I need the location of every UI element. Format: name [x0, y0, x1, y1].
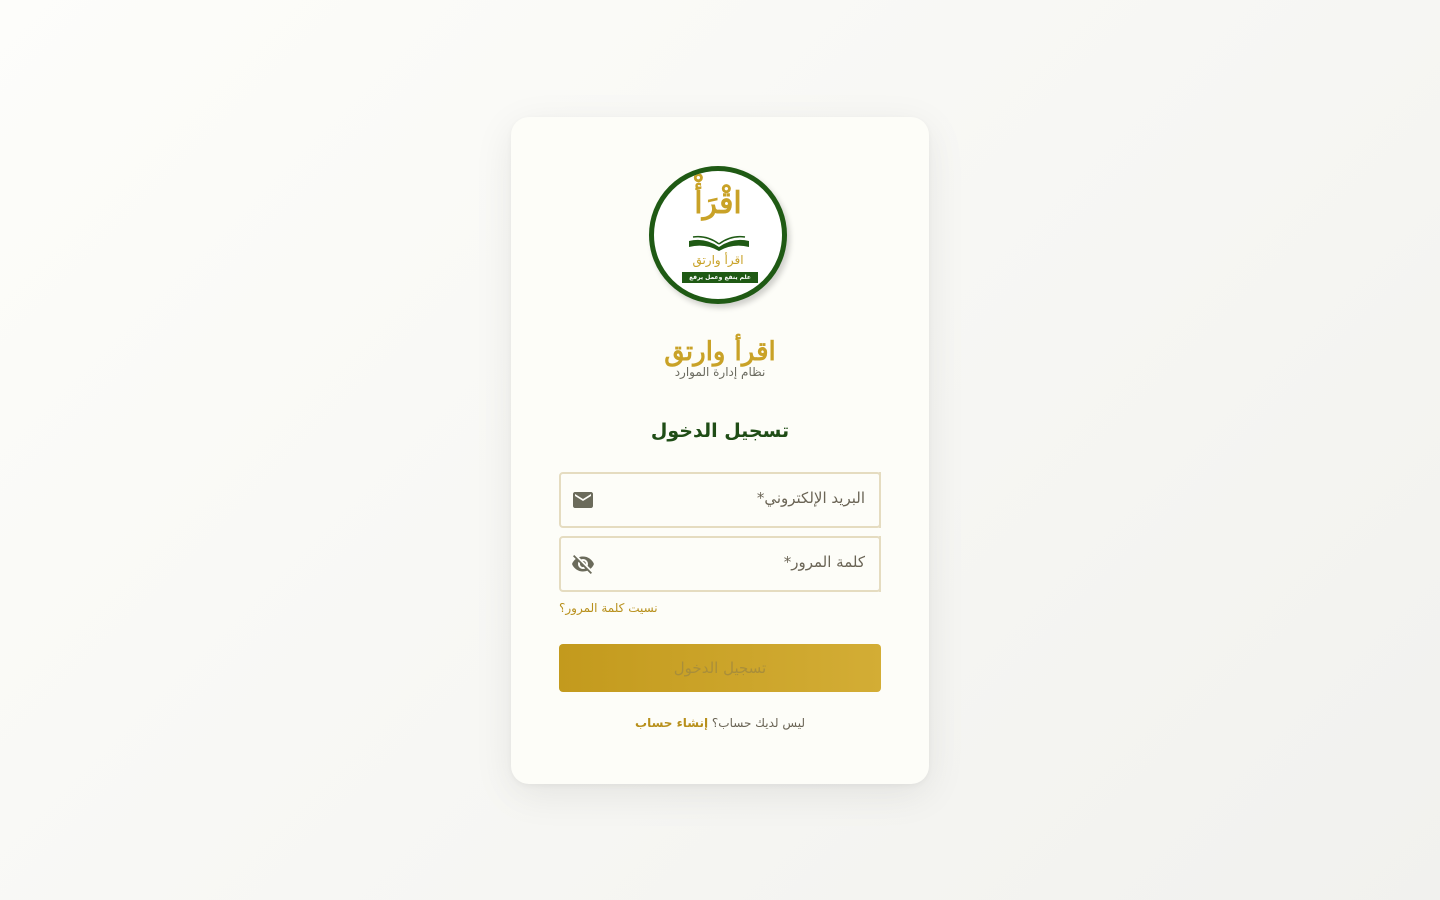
brand-logo: اقْرَأْ اقرأ وارتق علم ينفع وعمل يرفع: [649, 166, 787, 304]
eye-off-icon[interactable]: [571, 552, 595, 576]
logo-main-text: اقْرَأْ: [694, 186, 742, 221]
brand-title: اقرأ وارتق: [664, 337, 776, 367]
login-card: اقْرَأْ اقرأ وارتق علم ينفع وعمل يرفع اق…: [511, 117, 929, 784]
password-label: كلمة المرور*: [781, 553, 867, 571]
mail-icon: [573, 492, 593, 508]
signup-prompt: ليس لديك حساب؟ إنشاء حساب: [511, 716, 929, 730]
brand-subtitle: نظام إدارة الموارد: [674, 365, 766, 379]
password-field[interactable]: كلمة المرور*: [559, 536, 881, 592]
field-notch: [867, 536, 881, 592]
email-label: البريد الإلكتروني*: [754, 489, 867, 507]
create-account-link[interactable]: إنشاء حساب: [635, 716, 708, 730]
open-book-icon: [689, 235, 749, 251]
email-field[interactable]: البريد الإلكتروني*: [559, 472, 881, 528]
signup-text: ليس لديك حساب؟: [711, 716, 805, 730]
forgot-password-link[interactable]: نسيت كلمة المرور؟: [559, 601, 658, 615]
logo-sub-text: اقرأ وارتق: [692, 253, 744, 267]
field-notch: [867, 472, 881, 528]
login-button[interactable]: تسجيل الدخول: [559, 644, 881, 692]
page-title: تسجيل الدخول: [650, 420, 790, 442]
logo-banner: علم ينفع وعمل يرفع: [682, 272, 758, 283]
